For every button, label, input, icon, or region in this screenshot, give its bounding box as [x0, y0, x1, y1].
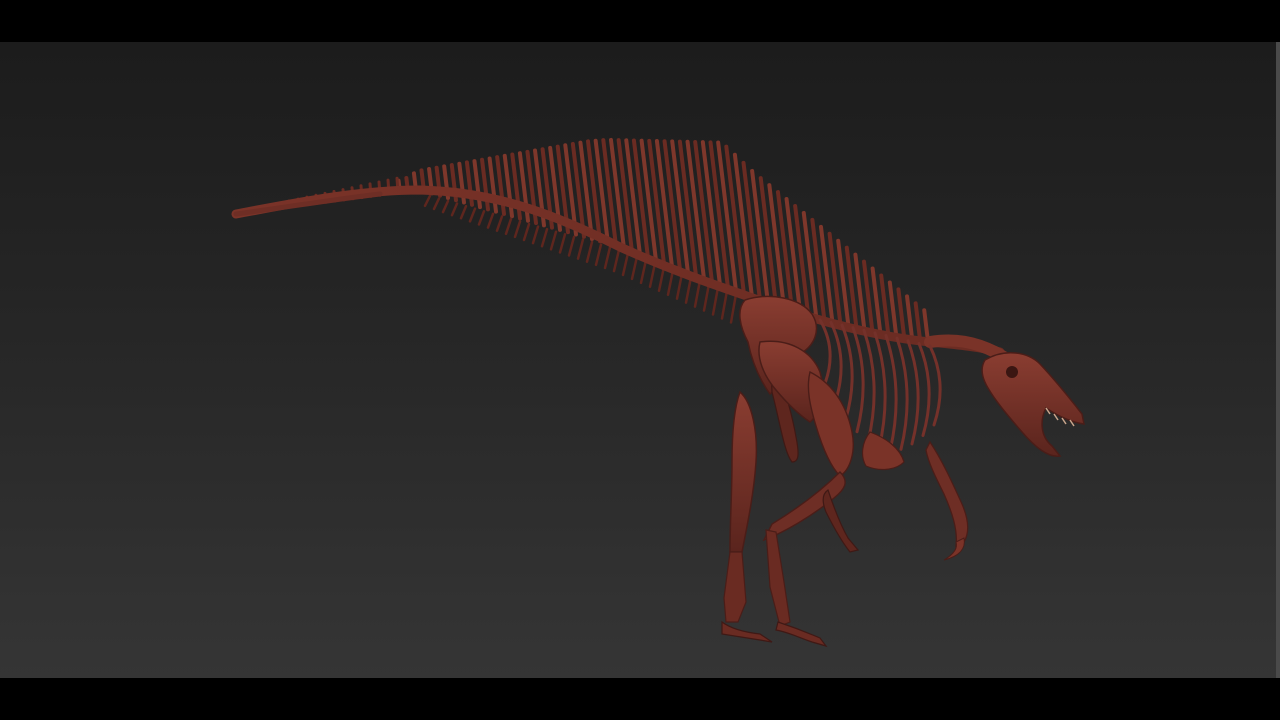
tail-chevron [603, 245, 612, 270]
tail-chevron [450, 202, 459, 217]
tail-chevron [540, 227, 549, 248]
sail-spine [905, 294, 914, 340]
sail-spine [896, 287, 906, 338]
foot-second [775, 621, 828, 648]
tail-chevron [693, 279, 702, 308]
tail-chevron [711, 285, 720, 316]
sail-spine [767, 183, 786, 310]
tail-chevron [675, 272, 684, 300]
tail-chevron [657, 265, 666, 293]
sail-spine [887, 280, 898, 336]
rib [928, 344, 942, 427]
tail-chevron [432, 197, 441, 211]
tail-chevron [504, 217, 513, 236]
sail-spine [654, 139, 674, 269]
viewport-right-border [1276, 42, 1280, 678]
tail-chevron [702, 282, 711, 312]
tail-chevron [468, 207, 477, 223]
tail-chevron [549, 230, 558, 251]
tail-chevron [477, 209, 486, 226]
tail-chevron [720, 289, 729, 320]
tail-chevron [594, 243, 603, 267]
letterbox-bottom [0, 678, 1280, 720]
tail-chevron [513, 220, 522, 239]
sail-spine [670, 139, 690, 275]
rib [873, 331, 887, 451]
tail-chevron [621, 251, 630, 277]
tail-chevron [630, 255, 639, 281]
tail-chevron [612, 248, 621, 273]
video-frame [0, 0, 1280, 720]
3d-viewport[interactable] [0, 42, 1276, 678]
letterbox-top [0, 0, 1280, 42]
foot-near [721, 620, 773, 643]
rib [884, 334, 898, 453]
tail-chevron [441, 199, 450, 214]
tail-chevron [459, 204, 468, 220]
tail-chevron [684, 275, 693, 304]
skull [981, 352, 1085, 457]
tail-chevron [585, 240, 594, 263]
scapula [861, 431, 905, 471]
tail-chevron [648, 262, 657, 289]
sail-spine [647, 138, 666, 266]
skeleton-render [231, 137, 1085, 648]
tail-chevron [639, 258, 648, 285]
rib [906, 339, 920, 446]
forelimb-near [925, 440, 969, 548]
rib [895, 336, 909, 451]
sail-spine [879, 273, 890, 335]
metatarsal-second [765, 529, 791, 627]
metatarsal-near [723, 551, 747, 623]
tail-chevron [531, 225, 540, 245]
tail-chevron [729, 292, 738, 324]
sail-spine [775, 190, 794, 312]
forelimb-far [822, 489, 860, 553]
tail-chevron [576, 238, 585, 260]
rib [917, 341, 931, 438]
rib [840, 323, 854, 420]
tail-chevron [558, 233, 567, 254]
tail-chevron [522, 222, 531, 242]
sail-spine [870, 266, 882, 333]
tail-chevron [495, 215, 504, 232]
sail-spine [758, 176, 778, 308]
sail-spine [639, 138, 658, 263]
tail-chevron [423, 194, 432, 208]
tibia-near [729, 390, 758, 553]
sail-spine [913, 301, 922, 342]
sail-spine [862, 259, 874, 331]
rib [862, 328, 876, 444]
sail-spine [662, 139, 682, 272]
tail-chevron [666, 268, 675, 296]
sail-spine [631, 138, 650, 260]
rib [851, 326, 865, 434]
claw-near [943, 537, 965, 561]
spinosaurus-skeleton-icon [231, 137, 1085, 648]
femur-second [807, 370, 854, 477]
tail-chevron [486, 212, 495, 229]
tail-chevron [567, 235, 576, 257]
sail-spine [750, 168, 770, 306]
